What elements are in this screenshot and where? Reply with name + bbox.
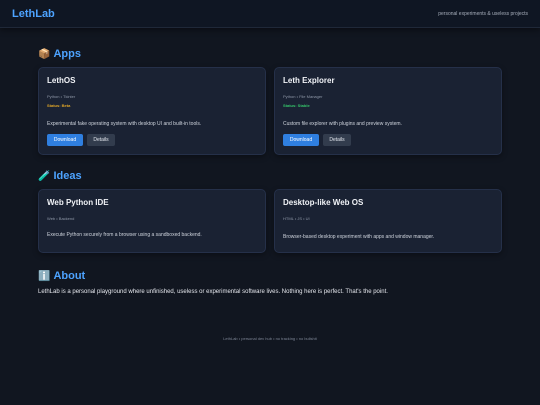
idea-card-desktop-web-os: Desktop-like Web OS HTML • JS • UI Brows… xyxy=(274,189,502,253)
app-card-meta: Python • File Manager xyxy=(283,94,323,99)
app-status-badge: Status: Stable xyxy=(283,103,310,108)
app-card-meta: Python • Tkinter xyxy=(47,94,76,99)
idea-card-description: Execute Python securely from a browser u… xyxy=(47,232,202,238)
idea-card-web-python-ide: Web Python IDE Web • Backend Execute Pyt… xyxy=(38,189,266,253)
site-tagline: personal experiments & useless projects xyxy=(438,11,528,17)
idea-card-meta: HTML • JS • UI xyxy=(283,216,310,221)
idea-card-title: Desktop-like Web OS xyxy=(283,198,364,207)
apps-heading: Apps xyxy=(53,48,81,60)
app-card-title: Leth Explorer xyxy=(283,76,335,85)
download-button[interactable]: Download xyxy=(47,134,83,146)
details-button[interactable]: Details xyxy=(323,134,351,146)
app-card-description: Experimental fake operating system with … xyxy=(47,121,202,127)
footer-text: LethLab • personal dev hub • no tracking… xyxy=(223,336,317,341)
download-button[interactable]: Download xyxy=(283,134,319,146)
about-section-title: ℹ️ About xyxy=(38,270,85,282)
app-card-leth-explorer: Leth Explorer Python • File Manager Stat… xyxy=(274,67,502,155)
app-card-lethos: LethOS Python • Tkinter Status: Beta Exp… xyxy=(38,67,266,155)
app-card-title: LethOS xyxy=(47,76,76,85)
site-logo[interactable]: LethLab xyxy=(12,8,55,20)
idea-card-title: Web Python IDE xyxy=(47,198,109,207)
idea-card-description: Browser-based desktop experiment with ap… xyxy=(283,234,435,240)
app-card-description: Custom file explorer with plugins and pr… xyxy=(283,121,402,127)
ideas-heading: Ideas xyxy=(53,170,82,182)
idea-card-meta: Web • Backend xyxy=(47,216,75,221)
ideas-section-title: 🧪 Ideas xyxy=(38,170,82,182)
package-icon: 📦 xyxy=(38,48,51,60)
info-icon: ℹ️ xyxy=(38,270,51,282)
top-bar: LethLab personal experiments & useless p… xyxy=(0,0,540,28)
about-text: LethLab is a personal playground where u… xyxy=(38,289,388,295)
apps-section-title: 📦 Apps xyxy=(38,48,81,60)
about-heading: About xyxy=(53,270,86,282)
app-status-badge: Status: Beta xyxy=(47,103,71,108)
details-button[interactable]: Details xyxy=(87,134,115,146)
test-tube-icon: 🧪 xyxy=(38,170,51,182)
